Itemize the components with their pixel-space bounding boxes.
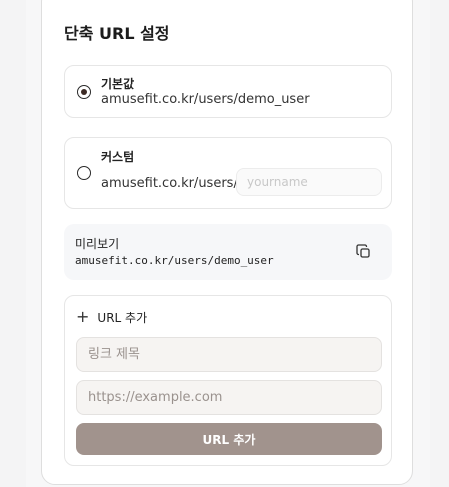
add-url-toggle[interactable]: + URL 추가 xyxy=(76,309,147,325)
option-custom-prefix: amusefit.co.kr/users/ xyxy=(101,176,238,191)
option-default-value: amusefit.co.kr/users/demo_user xyxy=(101,92,310,107)
plus-icon: + xyxy=(76,307,90,326)
custom-slug-input[interactable] xyxy=(236,168,382,196)
option-default-label: 기본값 xyxy=(101,77,135,91)
option-custom-label: 커스텀 xyxy=(101,150,135,164)
section-title: 단축 URL 설정 xyxy=(64,24,170,43)
link-title-input[interactable] xyxy=(76,337,382,372)
add-url-button[interactable]: URL 추가 xyxy=(76,423,382,455)
radio-default-selected[interactable] xyxy=(77,85,91,99)
option-custom[interactable]: 커스텀 amusefit.co.kr/users/ xyxy=(64,137,392,209)
add-url-header-label: URL 추가 xyxy=(97,310,148,325)
radio-custom[interactable] xyxy=(77,166,91,180)
link-url-input[interactable] xyxy=(76,380,382,415)
preview-label: 미리보기 xyxy=(75,237,120,251)
preview-url: amusefit.co.kr/users/demo_user xyxy=(75,254,274,267)
copy-icon[interactable] xyxy=(354,242,374,262)
short-url-settings-card: 단축 URL 설정 기본값 amusefit.co.kr/users/demo_… xyxy=(41,0,413,485)
preview-box: 미리보기 amusefit.co.kr/users/demo_user xyxy=(64,224,392,280)
option-default[interactable]: 기본값 amusefit.co.kr/users/demo_user xyxy=(64,65,392,118)
add-url-panel: + URL 추가 URL 추가 xyxy=(64,295,392,466)
